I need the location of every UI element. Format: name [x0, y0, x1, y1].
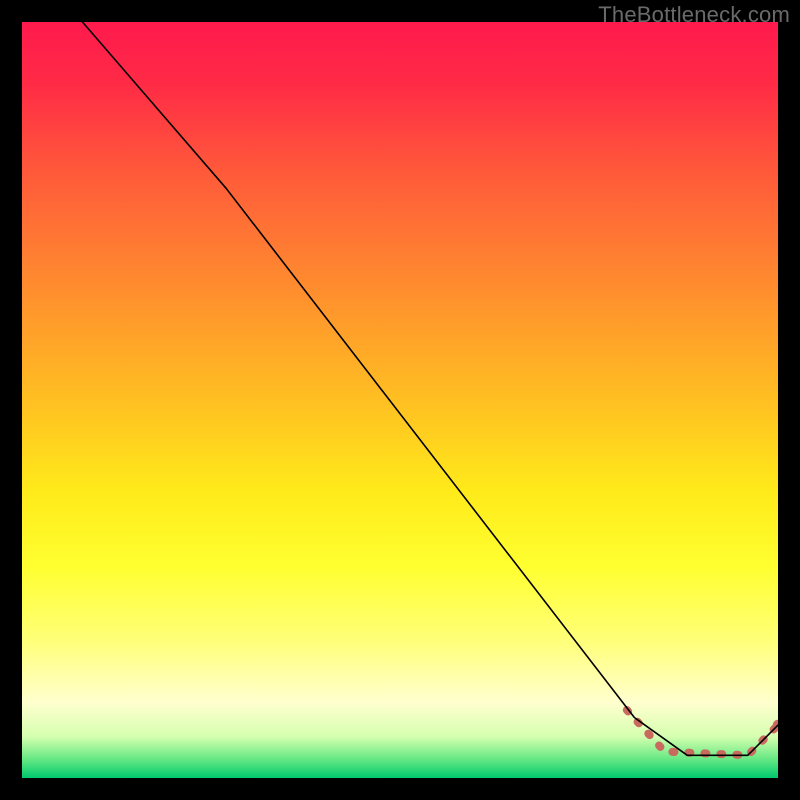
main-curve [82, 22, 778, 755]
watermark-text: TheBottleneck.com [598, 2, 790, 28]
plot-area [22, 22, 778, 778]
chart-frame: TheBottleneck.com [0, 0, 800, 800]
chart-lines [22, 22, 778, 778]
